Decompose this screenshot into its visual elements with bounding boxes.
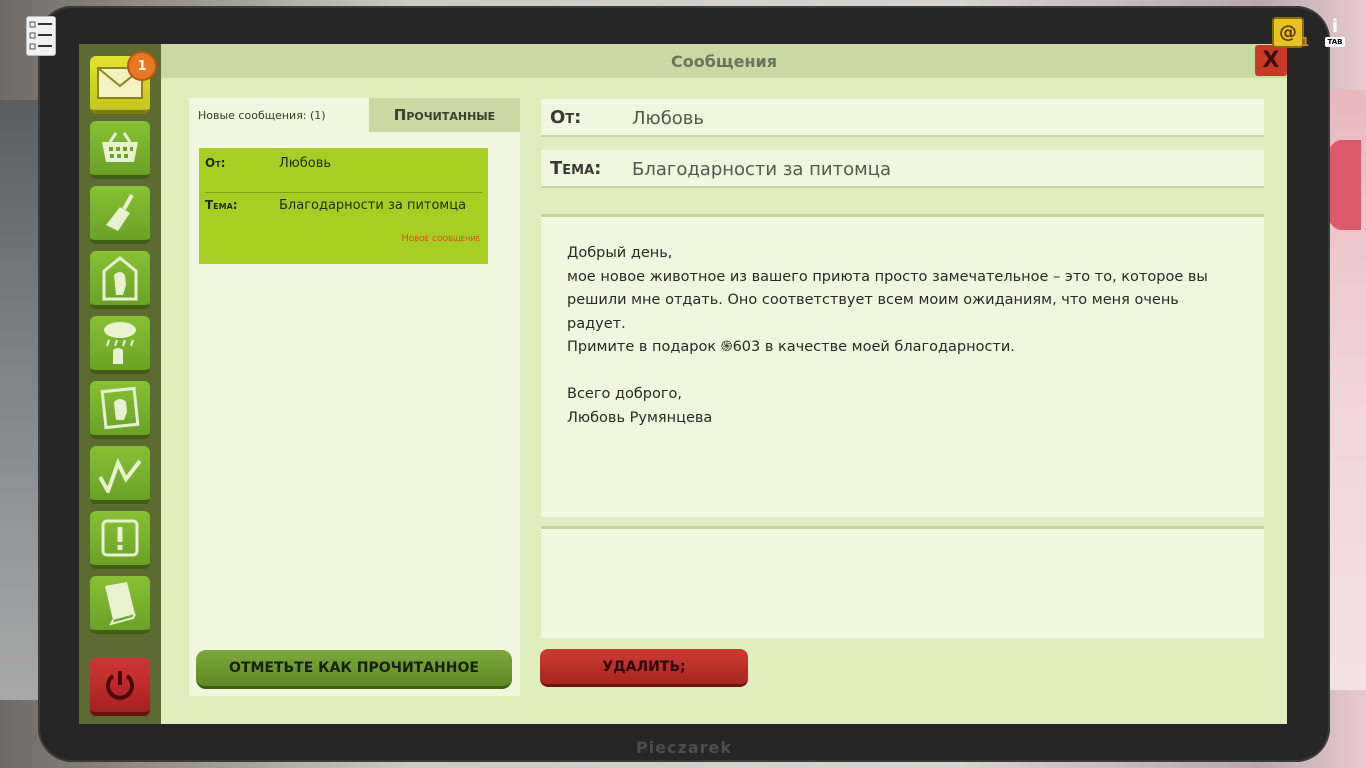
checklist-icon <box>29 21 52 50</box>
sidebar-item-alerts[interactable] <box>90 511 150 569</box>
mark-as-read-button[interactable]: ОТМЕТЬТЕ КАК ПРОЧИТАННОЕ <box>196 650 512 689</box>
detail-subject-field: Тема: Благодарности за питомца <box>541 150 1264 188</box>
mail-badge: 1 <box>127 51 157 81</box>
tab-read-messages[interactable]: Прочитанные <box>369 98 520 132</box>
dog-house-icon <box>102 256 138 301</box>
basket-icon <box>102 132 138 162</box>
monitor-brand: Pieczarek <box>635 738 733 757</box>
body-line: радует. <box>567 315 626 332</box>
task-list-icon[interactable] <box>26 16 56 56</box>
mail-notification-icon[interactable]: @ <box>1272 17 1304 48</box>
sidebar-item-book[interactable] <box>90 576 150 634</box>
shovel-icon <box>106 194 134 231</box>
subject-value: Благодарности за питомца <box>279 198 467 213</box>
info-glyph: i <box>1331 16 1339 37</box>
sidebar-item-dig[interactable] <box>90 186 150 244</box>
body-greeting: Добрый день, <box>567 245 673 261</box>
attachment-area <box>541 526 1264 638</box>
divider <box>205 192 482 193</box>
sidebar-item-power[interactable] <box>90 658 150 716</box>
new-message-status: Новое сообщение <box>401 233 480 244</box>
sidebar-item-weather[interactable] <box>90 316 150 374</box>
sidebar-item-shelter[interactable] <box>90 251 150 309</box>
list-item[interactable]: От: Любовь Тема: Благодарности за питомц… <box>199 148 488 264</box>
body-closing: Всего доброго, <box>567 386 682 402</box>
body-line: мое новое животное из вашего приюта прос… <box>567 268 1208 285</box>
rain-cloud-icon <box>104 322 136 364</box>
body-line: решили мне отдать. Оно соответствует все… <box>567 292 1179 308</box>
detail-from-field: От: Любовь <box>541 99 1264 137</box>
detail-from-label: От: <box>550 107 582 128</box>
delete-button[interactable]: УДАЛИТЬ; <box>540 649 748 687</box>
info-icon[interactable]: i TAB <box>1320 17 1350 55</box>
window-title: Сообщения <box>161 44 1287 78</box>
mail-notification-count: 1 <box>1301 35 1310 49</box>
detail-from-value: Любовь <box>632 108 705 129</box>
from-value: Любовь <box>279 156 332 171</box>
from-label: От: <box>205 156 226 170</box>
exclamation-icon <box>101 519 139 557</box>
chart-line-icon <box>98 457 142 493</box>
sidebar-item-pets[interactable] <box>90 381 150 439</box>
close-button[interactable]: X <box>1255 45 1287 76</box>
body-line: Примите в подарок ֍603 в качестве моей б… <box>567 339 1015 355</box>
subject-label: Тема: <box>205 198 238 212</box>
body-gap <box>567 360 1238 384</box>
detail-subject-label: Тема: <box>550 158 602 179</box>
tab-new-messages[interactable]: Новые сообщения: (1) <box>189 98 341 132</box>
power-icon <box>106 671 134 700</box>
book-icon <box>105 582 136 626</box>
detail-subject-value: Благодарности за питомца <box>632 159 891 180</box>
pet-photo-icon <box>100 386 140 430</box>
message-body: Добрый день, мое новое животное из вашег… <box>541 214 1264 517</box>
info-key-hint: TAB <box>1324 37 1346 47</box>
body-signature: Любовь Румянцева <box>567 409 713 426</box>
sidebar-item-stats[interactable] <box>90 446 150 504</box>
sidebar-item-shop[interactable] <box>90 121 150 179</box>
